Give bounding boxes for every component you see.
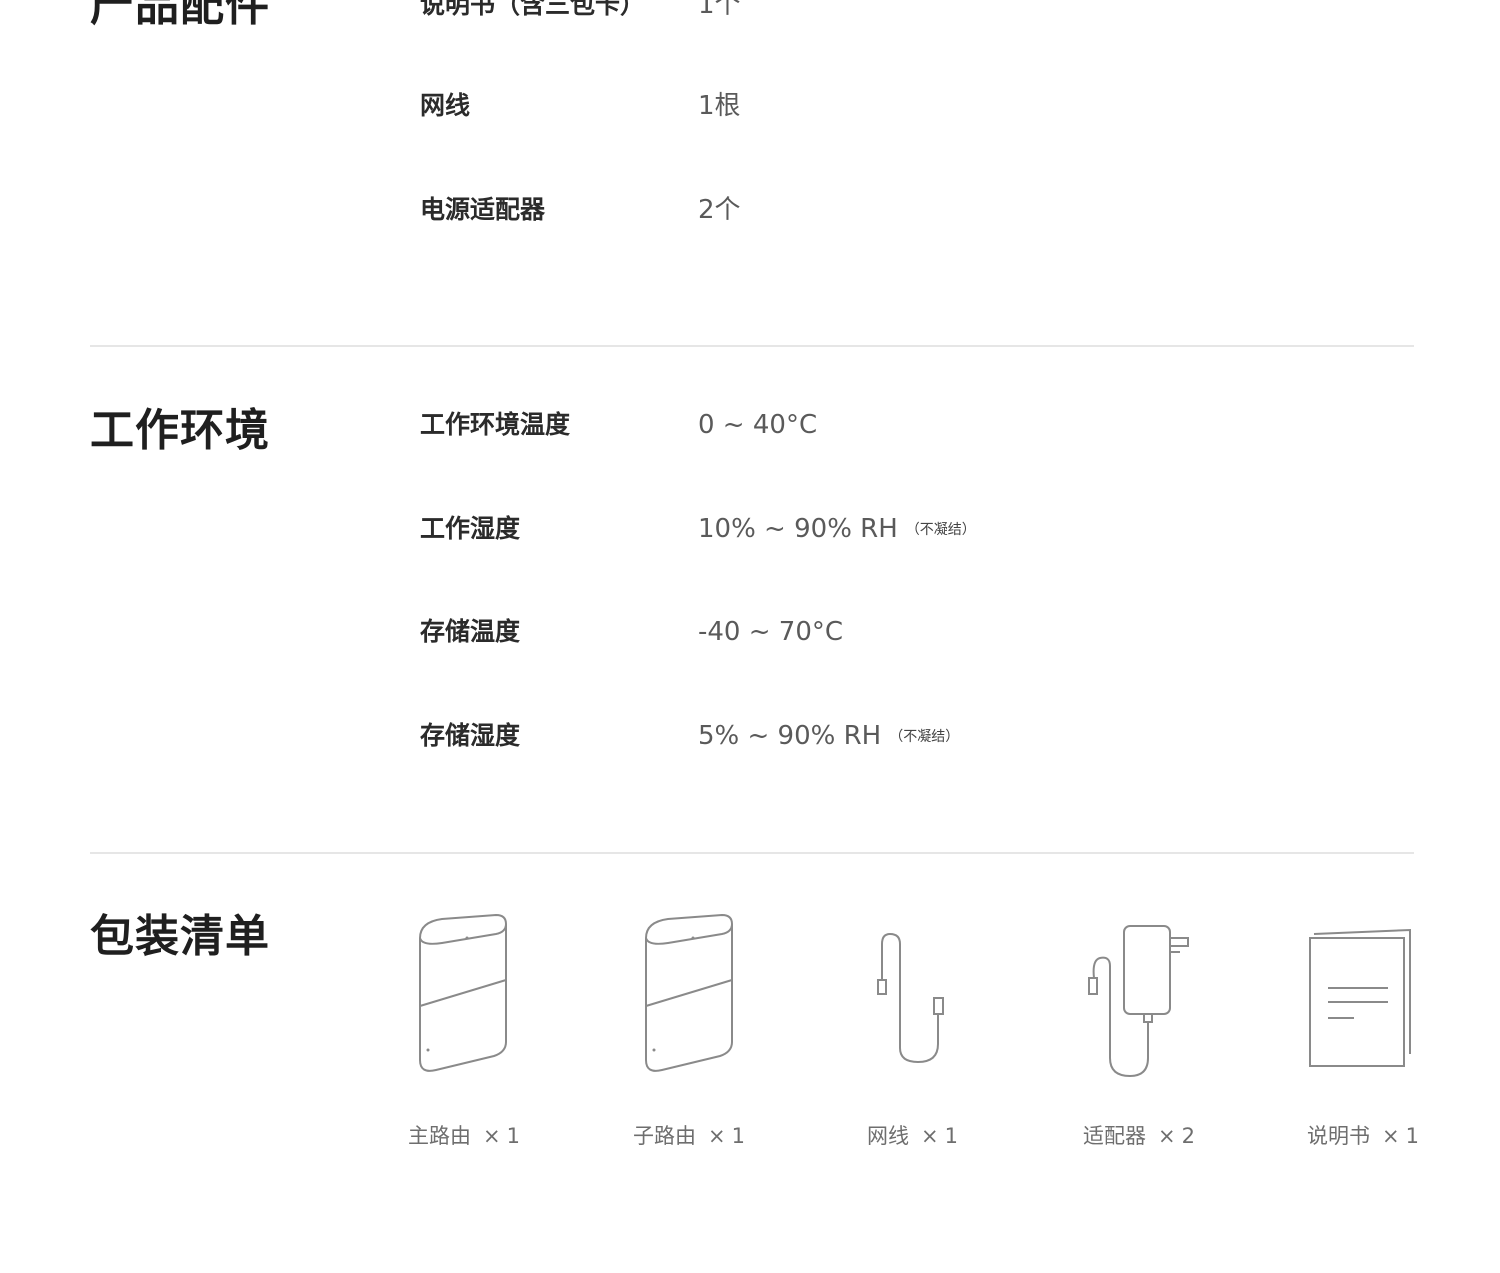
spec-label: 网线 xyxy=(420,91,471,120)
package-item-qty: 2 xyxy=(1181,1124,1195,1148)
spec-note: （不凝结） xyxy=(905,522,976,538)
package-item-qty: 1 xyxy=(1405,1124,1419,1148)
package-caption: 主路由 × 1 xyxy=(408,1126,520,1147)
package-item-name: 网线 xyxy=(867,1124,909,1148)
section-title-package: 包装清单 xyxy=(90,911,270,962)
spec-label: 说明书（含三包卡） xyxy=(420,0,646,19)
package-item-main-router xyxy=(362,910,562,1080)
spec-label: 电源适配器 xyxy=(420,195,546,224)
spec-label: 工作湿度 xyxy=(420,514,521,543)
spec-value: -40 ~ 70°C xyxy=(698,619,851,645)
spec-value: 1个 xyxy=(698,0,741,20)
times-symbol: × xyxy=(921,1124,939,1148)
package-item-name: 主路由 xyxy=(408,1124,471,1148)
section-divider xyxy=(90,345,1414,347)
times-symbol: × xyxy=(1158,1124,1176,1148)
package-item-name: 说明书 xyxy=(1307,1124,1370,1148)
manual-icon xyxy=(1309,928,1411,1067)
package-item-qty: 1 xyxy=(506,1124,520,1148)
section-divider xyxy=(90,852,1414,854)
spec-value-text: 5% ~ 90% RH xyxy=(698,721,882,751)
spec-value: 5% ~ 90% RH （不凝结） xyxy=(698,723,959,749)
spec-label: 工作环境温度 xyxy=(420,410,571,439)
router-icon xyxy=(645,913,733,1072)
spec-note: （不凝结） xyxy=(889,729,960,745)
package-caption: 子路由 × 1 xyxy=(633,1126,745,1147)
package-caption: 网线 × 1 xyxy=(867,1126,958,1147)
package-item-cable xyxy=(810,920,1010,1070)
package-item-name: 子路由 xyxy=(633,1124,696,1148)
spec-value: 10% ~ 90% RH （不凝结） xyxy=(698,516,976,542)
package-item-qty: 1 xyxy=(944,1124,958,1148)
cable-icon xyxy=(877,932,944,1064)
spec-value-text: 0 ~ 40°C xyxy=(698,410,818,440)
spec-value: 2个 xyxy=(698,195,741,225)
times-symbol: × xyxy=(483,1124,501,1148)
package-caption: 说明书 × 1 xyxy=(1307,1126,1419,1147)
times-symbol: × xyxy=(708,1124,726,1148)
section-title-environment: 工作环境 xyxy=(90,405,270,456)
section-title-accessories: 产品配件 xyxy=(90,0,270,31)
spec-label: 存储湿度 xyxy=(420,721,521,750)
spec-label: 存储温度 xyxy=(420,617,521,646)
package-item-manual xyxy=(1260,922,1460,1077)
router-icon xyxy=(419,913,507,1072)
package-caption: 适配器 × 2 xyxy=(1083,1126,1195,1147)
spec-value: 0 ~ 40°C xyxy=(698,412,825,438)
package-item-sub-router xyxy=(588,910,788,1080)
spec-value-text: -40 ~ 70°C xyxy=(698,617,844,647)
package-item-qty: 1 xyxy=(731,1124,745,1148)
adapter-icon xyxy=(1088,925,1189,1078)
package-item-name: 适配器 xyxy=(1083,1124,1146,1148)
times-symbol: × xyxy=(1382,1124,1400,1148)
spec-value-text: 10% ~ 90% RH xyxy=(698,514,898,544)
package-item-adapter xyxy=(1040,918,1240,1083)
spec-value: 1根 xyxy=(698,91,741,121)
